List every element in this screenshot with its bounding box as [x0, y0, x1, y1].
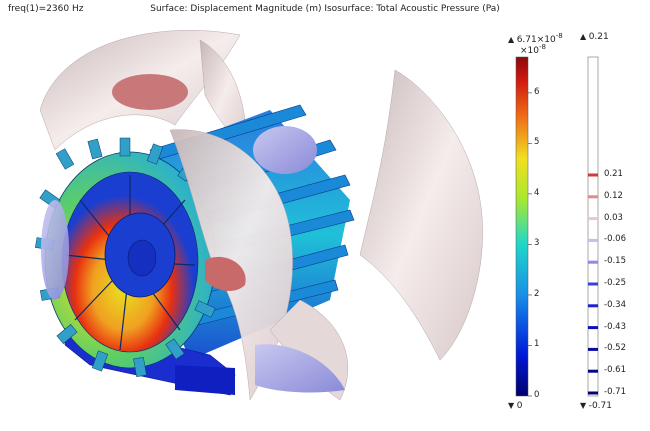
isosurface-level-label: -0.15 [604, 256, 626, 267]
surface-tick-label: 4 [534, 187, 540, 198]
motor-base-right [175, 365, 235, 395]
isosurface-blob-blue-left [41, 200, 69, 300]
isosurface-blob-red-top [112, 74, 188, 110]
surface-tick-label: 3 [534, 238, 540, 249]
isosurface-level-label: -0.43 [604, 321, 626, 332]
isosurface-sheet-right [359, 69, 483, 361]
isosurface-level-label: 0.21 [604, 169, 623, 179]
isosurface-level-label: -0.25 [604, 278, 626, 288]
surface-min-label: ▼ 0 [508, 401, 523, 411]
isosurface-max-label: ▲ 0.21 [580, 32, 609, 42]
isosurface-level-label: -0.34 [604, 299, 626, 310]
isosurface-min-label: ▼ -0.71 [580, 401, 612, 411]
isosurface-blob-blue-top [253, 126, 317, 174]
isosurface-level-label: -0.06 [604, 234, 626, 245]
isosurface-level-label: 0.03 [604, 212, 623, 223]
isosurface-level-label: -0.52 [604, 343, 626, 354]
surface-tick-label: 1 [534, 339, 540, 350]
surface-multiplier: ×10-8 [520, 43, 546, 56]
surface-tick-label: 0 [534, 390, 540, 400]
surface-tick-label: 5 [534, 137, 540, 148]
isosurface-level-label: -0.61 [604, 365, 626, 376]
shaft-center [127, 239, 157, 277]
surface-tick-label: 6 [534, 86, 540, 97]
isosurface-level-label: 0.12 [604, 190, 623, 201]
motor-scene [34, 30, 483, 401]
isosurface-level-label: -0.71 [604, 387, 626, 397]
surface-tick-label: 2 [534, 288, 540, 299]
